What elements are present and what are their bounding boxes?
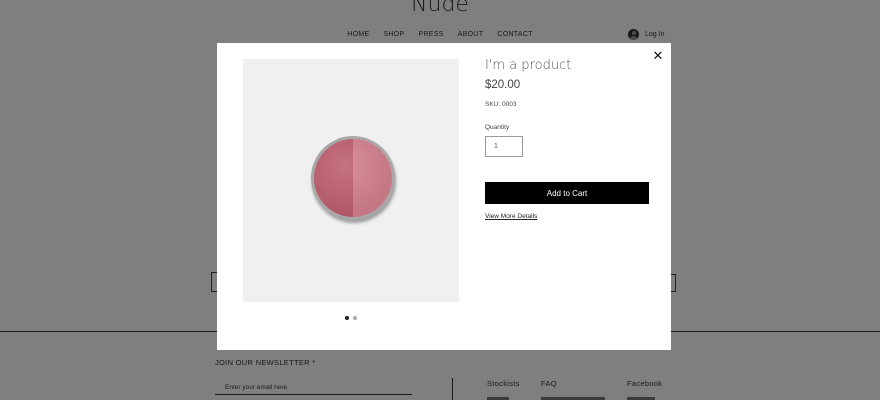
blush-shine (314, 139, 392, 217)
quantity-input[interactable] (485, 136, 523, 157)
view-more-details-link[interactable]: View More Details (485, 213, 537, 220)
add-to-cart-button[interactable]: Add to Cart (485, 182, 649, 204)
product-sku: SKU: 0003 (485, 101, 517, 108)
image-carousel-dots (345, 316, 357, 320)
carousel-dot-2[interactable] (353, 316, 357, 320)
product-name: I'm a product (485, 58, 572, 73)
close-icon[interactable]: ✕ (651, 50, 665, 64)
quantity-label: Quantity (485, 124, 510, 131)
quick-view-modal: ✕ I'm a product $20.00 SKU: 0003 Quantit… (217, 43, 671, 350)
carousel-dot-1[interactable] (345, 316, 349, 320)
blush-compact-image (311, 136, 395, 220)
product-price: $20.00 (485, 79, 521, 91)
product-image[interactable] (243, 59, 459, 302)
blush-pan (314, 139, 392, 217)
